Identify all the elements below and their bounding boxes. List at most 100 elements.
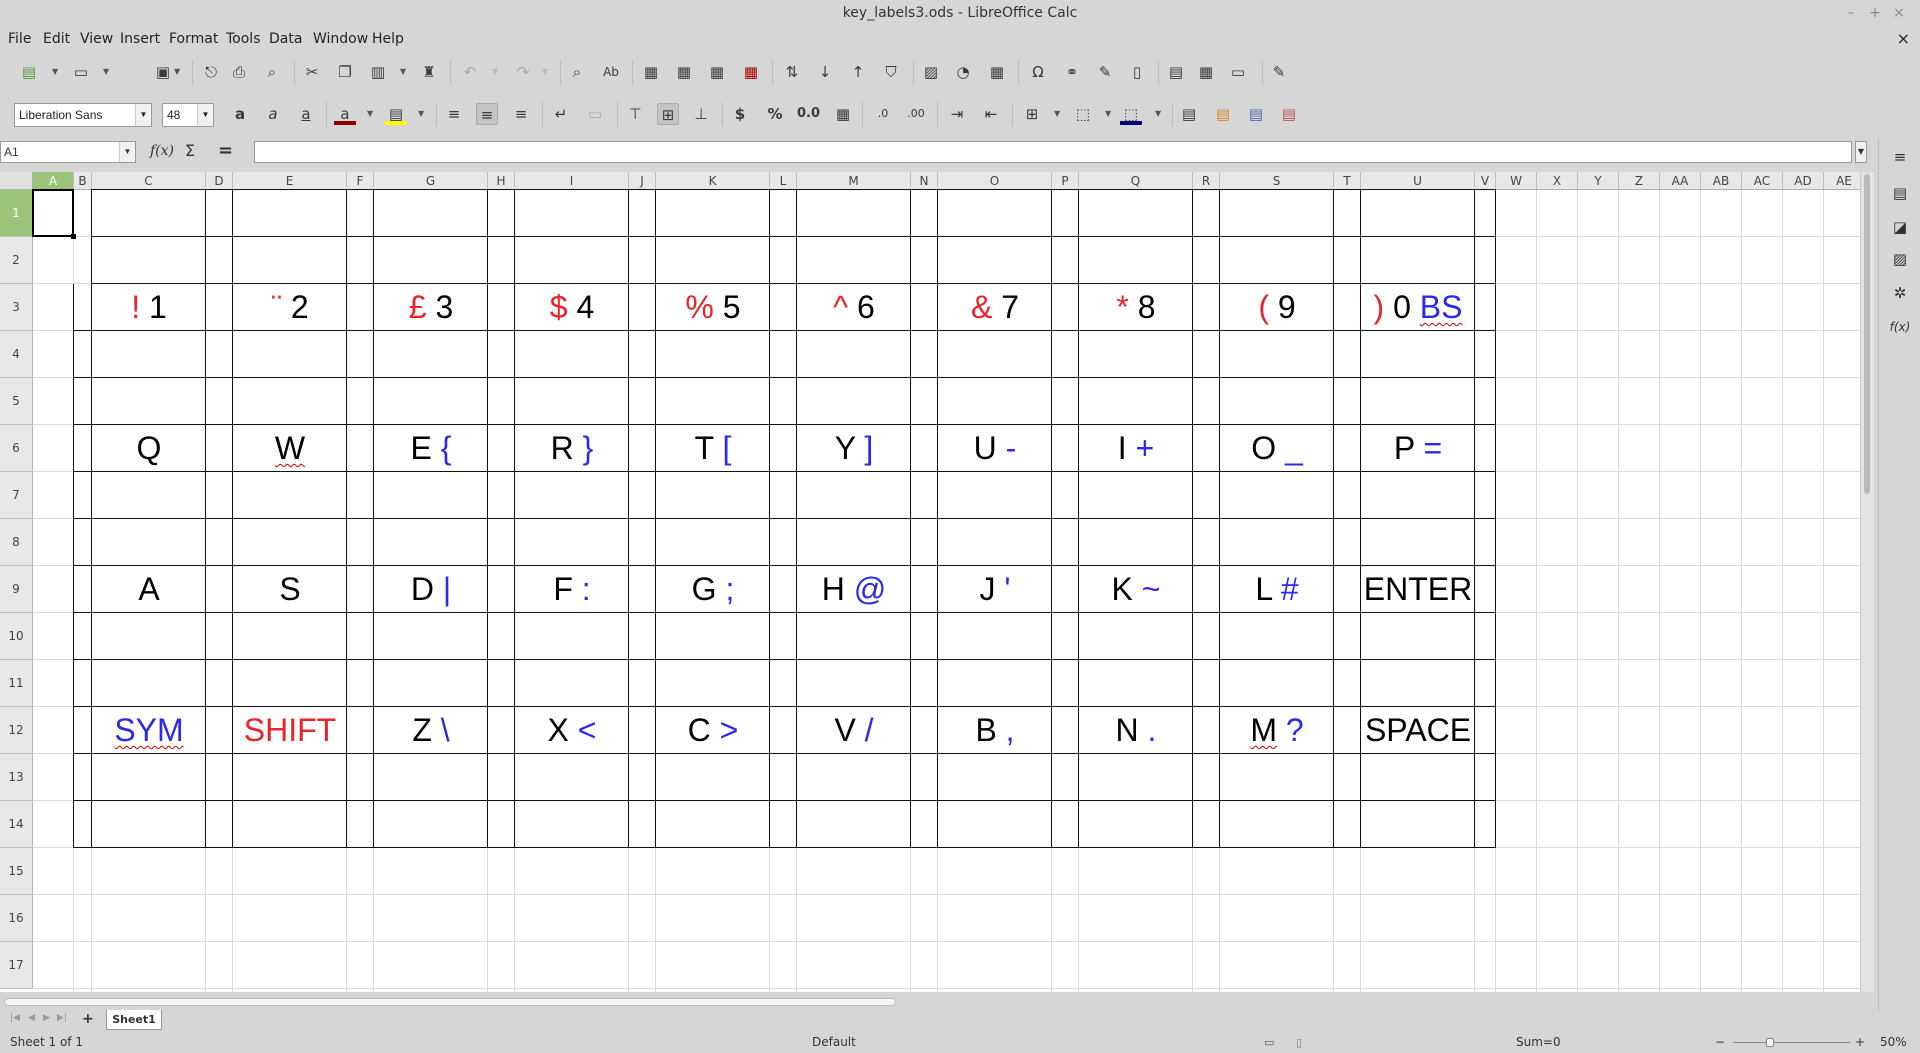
column-header-v[interactable]: V — [1475, 172, 1496, 190]
row-header-4[interactable]: 4 — [0, 331, 33, 378]
row-header-10[interactable]: 10 — [0, 613, 33, 660]
key-label-cell[interactable]: I + — [1079, 425, 1193, 472]
formula-icon[interactable]: = — [218, 141, 233, 161]
row-header-1[interactable]: 1 — [0, 190, 33, 237]
column-header-c[interactable]: C — [92, 172, 206, 190]
insert-rows-icon[interactable]: ▦ — [706, 61, 728, 83]
column-header-s[interactable]: S — [1220, 172, 1334, 190]
border-style-dropdown-icon[interactable]: ▼ — [1105, 109, 1111, 118]
key-label-cell[interactable]: ¨ 2 — [233, 284, 347, 331]
key-label-cell[interactable]: N . — [1079, 707, 1193, 754]
row-header-11[interactable]: 11 — [0, 660, 33, 707]
bold-icon[interactable]: a — [229, 103, 251, 125]
date-format-icon[interactable]: ▦ — [832, 103, 854, 125]
key-label-cell[interactable]: % 5 — [656, 284, 770, 331]
new-document-icon[interactable]: ▤ — [18, 61, 40, 83]
increase-indent-icon[interactable]: ⇥ — [946, 103, 968, 125]
headers-footers-icon[interactable]: ▯ — [1126, 61, 1148, 83]
border-color-dropdown-icon[interactable]: ▼ — [1155, 109, 1161, 118]
add-sheet-button[interactable]: + — [82, 1011, 94, 1027]
key-label-cell[interactable]: L # — [1220, 566, 1334, 613]
special-character-icon[interactable]: Ω — [1027, 61, 1049, 83]
style-accent-icon[interactable]: ▤ — [1212, 103, 1234, 125]
key-label-cell[interactable]: R } — [515, 425, 629, 472]
key-label-cell[interactable]: M ? — [1220, 707, 1334, 754]
font-size-dropdown-icon[interactable]: ▼ — [197, 104, 213, 126]
vertical-scrollbar[interactable] — [1860, 172, 1874, 992]
row-header-15[interactable]: 15 — [0, 848, 33, 895]
row-header-16[interactable]: 16 — [0, 895, 33, 942]
percent-format-icon[interactable]: % — [764, 103, 786, 125]
column-header-g[interactable]: G — [374, 172, 488, 190]
formula-input[interactable] — [254, 141, 1852, 163]
row-header-6[interactable]: 6 — [0, 425, 33, 472]
sort-ascending-icon[interactable]: ↓ — [814, 61, 836, 83]
name-box-dropdown-icon[interactable]: ▼ — [119, 142, 135, 162]
border-style-icon[interactable]: ⬚ — [1072, 103, 1094, 125]
freeze-rows-columns-icon[interactable]: ▦ — [1195, 61, 1217, 83]
key-label-cell[interactable]: $ 4 — [515, 284, 629, 331]
sum-icon[interactable]: Σ — [185, 141, 195, 161]
key-label-cell[interactable]: X < — [515, 707, 629, 754]
style-heading-icon[interactable]: ▤ — [1245, 103, 1267, 125]
spelling-icon[interactable]: Ab — [600, 61, 622, 83]
key-label-cell[interactable]: S — [233, 566, 347, 613]
select-all-corner[interactable] — [0, 172, 33, 190]
column-header-a[interactable]: A — [33, 172, 74, 190]
maximize-button[interactable]: + — [1864, 0, 1886, 27]
currency-format-icon[interactable]: $ — [729, 103, 751, 125]
column-header-j[interactable]: J — [629, 172, 656, 190]
column-header-i[interactable]: I — [515, 172, 629, 190]
copy-icon[interactable]: ❐ — [334, 61, 356, 83]
menu-tools[interactable]: Tools — [226, 27, 261, 51]
row-header-2[interactable]: 2 — [0, 237, 33, 284]
cut-icon[interactable]: ✂ — [301, 61, 323, 83]
key-label-cell[interactable]: G ; — [656, 566, 770, 613]
key-label-cell[interactable]: F : — [515, 566, 629, 613]
row-header-7[interactable]: 7 — [0, 472, 33, 519]
key-label-cell[interactable]: ! 1 — [92, 284, 206, 331]
sheet-tab[interactable]: Sheet1 — [106, 1010, 162, 1030]
column-header-f[interactable]: F — [347, 172, 374, 190]
sidebar-menu-icon[interactable]: ≡ — [1889, 146, 1911, 168]
column-icon[interactable]: ▦ — [673, 61, 695, 83]
key-label-cell[interactable]: V / — [797, 707, 911, 754]
delete-decimal-icon[interactable]: .00 — [905, 103, 927, 125]
menu-data[interactable]: Data — [269, 27, 302, 51]
wrap-text-icon[interactable]: ↵ — [550, 103, 572, 125]
vertical-scroll-thumb[interactable] — [1864, 174, 1870, 494]
key-label-cell[interactable]: & 7 — [938, 284, 1052, 331]
show-draw-functions-icon[interactable]: ✎ — [1268, 61, 1290, 83]
functions-icon[interactable]: f(x) — [1889, 316, 1911, 338]
close-document-button[interactable]: × — [1897, 27, 1910, 51]
key-label-cell[interactable]: ENTER — [1361, 566, 1475, 613]
save-dropdown-icon[interactable]: ▼ — [174, 67, 180, 76]
styles-icon[interactable]: ◪ — [1889, 216, 1911, 238]
align-bottom-icon[interactable]: ⊥ — [690, 103, 712, 125]
row-header-12[interactable]: 12 — [0, 707, 33, 754]
key-label-cell[interactable]: O _ — [1220, 425, 1334, 472]
gallery-icon[interactable]: ▨ — [1889, 248, 1911, 270]
expand-formula-icon[interactable]: ▼ — [1855, 141, 1867, 163]
key-label-cell[interactable]: U - — [938, 425, 1052, 472]
menu-format[interactable]: Format — [169, 27, 218, 51]
align-right-icon[interactable]: ≡ — [510, 103, 532, 125]
sort-icon[interactable]: ⇅ — [781, 61, 803, 83]
key-label-cell[interactable]: SPACE — [1361, 707, 1475, 754]
menu-window[interactable]: Window — [313, 27, 368, 51]
redo-icon[interactable]: ↷ — [512, 61, 534, 83]
add-decimal-icon[interactable]: .0 — [872, 103, 894, 125]
key-label-cell[interactable]: H @ — [797, 566, 911, 613]
redo-dropdown-icon[interactable]: ▼ — [542, 67, 548, 76]
column-header-ac[interactable]: AC — [1742, 172, 1783, 190]
center-vertically-icon[interactable]: ⊞ — [657, 103, 679, 125]
key-label-cell[interactable]: T [ — [656, 425, 770, 472]
key-label-cell[interactable]: J ' — [938, 566, 1052, 613]
column-header-ad[interactable]: AD — [1783, 172, 1824, 190]
autofilter-icon[interactable]: ⛉ — [880, 61, 902, 83]
sort-descending-icon[interactable]: ↑ — [847, 61, 869, 83]
find-replace-icon[interactable]: ⌕ — [566, 61, 588, 83]
key-label-cell[interactable]: C > — [656, 707, 770, 754]
row-header-8[interactable]: 8 — [0, 519, 33, 566]
italic-icon[interactable]: a — [262, 103, 284, 125]
